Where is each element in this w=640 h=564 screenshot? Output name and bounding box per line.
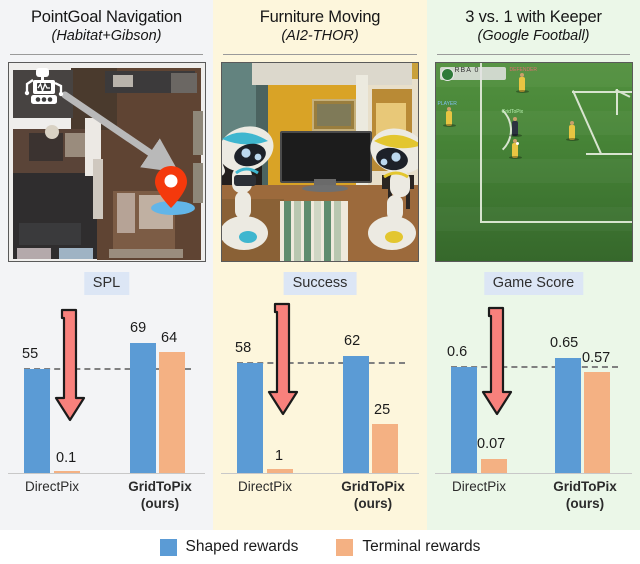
bar-directpix-terminal-2 bbox=[481, 459, 507, 473]
plot-area-0: 55 0.1 69 64 bbox=[8, 308, 205, 474]
bar-directpix-shaped-2 bbox=[451, 367, 477, 473]
thor-livingroom-image bbox=[221, 62, 419, 262]
metric-chip-success: Success bbox=[283, 272, 357, 295]
x-label-gridtopix-line1-1: GridToPix bbox=[341, 479, 405, 494]
legend-swatch-shaped bbox=[159, 538, 177, 556]
drop-arrow-icon-1 bbox=[267, 302, 299, 416]
football-tag-red: DEFENDER bbox=[509, 67, 538, 73]
x-axis-1 bbox=[221, 473, 419, 474]
legend-label-terminal: Terminal rewards bbox=[362, 538, 481, 555]
bar-label-directpix-terminal-1: 1 bbox=[275, 448, 284, 464]
drop-arrow-icon-2 bbox=[481, 306, 513, 416]
x-axis-0 bbox=[8, 473, 205, 474]
football-tag-blue: PLAYER bbox=[437, 101, 457, 107]
goal-pin-icon bbox=[150, 166, 195, 215]
chart-spl: SPL 55 0.1 69 64 DirectPix GridToPix (ou… bbox=[0, 264, 213, 529]
bar-gridtopix-terminal-0 bbox=[159, 352, 185, 473]
panel-title-0: PointGoal Navigation bbox=[30, 7, 182, 26]
robot-left-icon bbox=[222, 126, 274, 250]
bar-gridtopix-terminal-1 bbox=[372, 424, 398, 473]
panel-3v1-keeper: 3 vs. 1 with Keeper (Google Football) RB… bbox=[427, 0, 640, 530]
plot-area-2: 0.6 0.07 0.65 0.57 bbox=[435, 306, 632, 474]
bar-gridtopix-terminal-2 bbox=[584, 372, 610, 473]
bar-label-directpix-terminal-0: 0.1 bbox=[56, 450, 77, 466]
panel-divider-1 bbox=[223, 54, 417, 55]
thumbnail-wrap-2: RBA 0 DEFENDER PLAYER GridToPix bbox=[427, 62, 640, 262]
robot-icon bbox=[24, 68, 63, 104]
bar-gridtopix-shaped-2 bbox=[555, 358, 581, 473]
panel-subtitle-0: (Habitat+Gibson) bbox=[51, 27, 162, 44]
bar-directpix-shaped-0 bbox=[24, 369, 50, 473]
apartment-topdown-image bbox=[7, 62, 206, 262]
panel-header-0: PointGoal Navigation (Habitat+Gibson) bbox=[0, 0, 213, 51]
bar-label-gridtopix-shaped-0: 69 bbox=[130, 320, 147, 336]
x-label-gridtopix-line2-2: (ours) bbox=[565, 496, 605, 511]
chart-game-score: Game Score 0.6 0.07 0.65 0.57 DirectPix … bbox=[427, 264, 640, 529]
x-label-gridtopix-1: GridToPix (ours) bbox=[323, 478, 423, 512]
x-label-gridtopix-line2-0: (ours) bbox=[140, 496, 180, 511]
panel-divider-0 bbox=[10, 54, 203, 55]
bar-label-directpix-shaped-2: 0.6 bbox=[447, 344, 468, 360]
x-label-directpix-2: DirectPix bbox=[451, 479, 506, 494]
x-label-directpix-0: DirectPix bbox=[24, 479, 79, 494]
panel-title-1: Furniture Moving bbox=[259, 7, 381, 26]
football-tag-green: GridToPix bbox=[501, 109, 524, 115]
football-score-hud: RBA 0 bbox=[454, 67, 480, 74]
drop-arrow-icon-0 bbox=[54, 308, 86, 422]
x-label-directpix-1: DirectPix bbox=[237, 479, 292, 494]
figure-root: PointGoal Navigation (Habitat+Gibson) SP… bbox=[0, 0, 640, 564]
panel-pointgoal-navigation: PointGoal Navigation (Habitat+Gibson) SP… bbox=[0, 0, 213, 530]
bar-gridtopix-shaped-0 bbox=[130, 343, 156, 473]
x-axis-2 bbox=[435, 473, 632, 474]
bar-label-gridtopix-terminal-1: 25 bbox=[374, 402, 391, 418]
bar-gridtopix-shaped-1 bbox=[343, 356, 369, 473]
bar-directpix-shaped-1 bbox=[237, 363, 263, 473]
legend-swatch-terminal bbox=[336, 538, 354, 556]
panel-header-1: Furniture Moving (AI2-THOR) bbox=[213, 0, 427, 51]
bar-directpix-terminal-0 bbox=[54, 471, 80, 473]
x-label-gridtopix-2: GridToPix (ours) bbox=[535, 478, 635, 512]
bar-directpix-terminal-1 bbox=[267, 469, 293, 473]
thumbnail-wrap-0 bbox=[0, 62, 213, 262]
panel-title-2: 3 vs. 1 with Keeper bbox=[465, 7, 602, 26]
bar-label-gridtopix-shaped-2: 0.65 bbox=[550, 335, 579, 351]
bar-label-gridtopix-terminal-2: 0.57 bbox=[582, 350, 611, 366]
panel-furniture-moving: Furniture Moving (AI2-THOR) Success 58 1… bbox=[213, 0, 427, 530]
panel-header-2: 3 vs. 1 with Keeper (Google Football) bbox=[427, 0, 640, 51]
plot-area-1: 58 1 62 25 bbox=[221, 302, 419, 474]
legend-item-shaped: Shaped rewards bbox=[159, 538, 299, 556]
panel-divider-2 bbox=[437, 54, 630, 55]
panel-columns: PointGoal Navigation (Habitat+Gibson) SP… bbox=[0, 0, 640, 530]
panel-subtitle-2: (Google Football) bbox=[477, 27, 590, 44]
google-football-image: RBA 0 DEFENDER PLAYER GridToPix bbox=[434, 62, 633, 262]
x-label-gridtopix-0: GridToPix (ours) bbox=[110, 478, 210, 512]
legend-label-shaped: Shaped rewards bbox=[185, 538, 299, 555]
metric-chip-game-score: Game Score bbox=[483, 272, 584, 295]
legend: Shaped rewards Terminal rewards bbox=[0, 530, 640, 564]
x-label-gridtopix-line1-0: GridToPix bbox=[128, 479, 192, 494]
bar-label-gridtopix-shaped-1: 62 bbox=[344, 333, 361, 349]
bar-label-directpix-shaped-0: 55 bbox=[22, 346, 39, 362]
robot-right-icon bbox=[368, 128, 418, 250]
panel-subtitle-1: (AI2-THOR) bbox=[281, 27, 359, 44]
bar-label-directpix-shaped-1: 58 bbox=[235, 340, 252, 356]
metric-chip-spl: SPL bbox=[83, 272, 130, 295]
thumbnail-wrap-1 bbox=[213, 62, 427, 262]
chart-success: Success 58 1 62 25 DirectPix GridToPix (… bbox=[213, 264, 427, 529]
legend-item-terminal: Terminal rewards bbox=[336, 538, 480, 556]
bar-label-directpix-terminal-2: 0.07 bbox=[477, 436, 506, 452]
x-label-gridtopix-line2-1: (ours) bbox=[353, 496, 393, 511]
bar-label-gridtopix-terminal-0: 64 bbox=[161, 330, 178, 346]
x-label-gridtopix-line1-2: GridToPix bbox=[553, 479, 617, 494]
